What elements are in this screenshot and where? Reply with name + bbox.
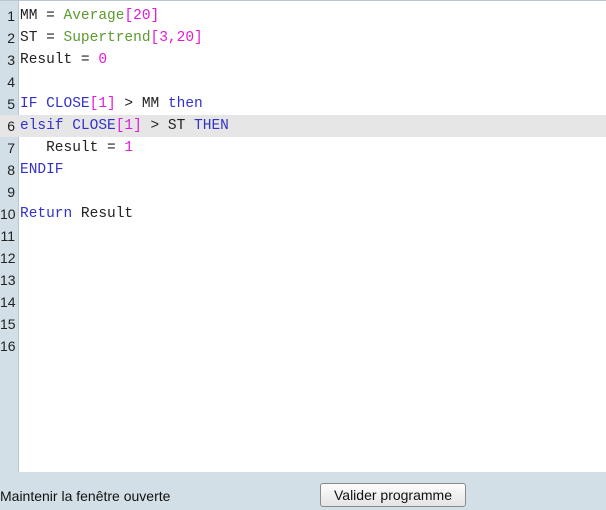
code-text: Result = 1 — [20, 137, 133, 159]
code-lines[interactable]: 1 MM = Average[20] 2 ST = Supertrend[3,20] 3… — [0, 5, 606, 357]
line-number: 1 — [7, 8, 15, 24]
code-token: 0 — [98, 52, 108, 68]
code-line[interactable]: 8 ENDIF — [0, 159, 606, 181]
line-number: 9 — [7, 184, 15, 200]
line-number: 11 — [0, 228, 15, 244]
code-line[interactable]: 1 MM = Average[20] — [0, 5, 606, 27]
line-number: 5 — [7, 96, 15, 112]
code-text: IF CLOSE[1] > MM then — [20, 93, 203, 115]
code-line[interactable]: 2 ST = Supertrend[3,20] — [0, 27, 606, 49]
code-token: ENDIF — [20, 162, 64, 178]
code-line[interactable]: 6 elsif CLOSE[1] > ST THEN — [0, 115, 606, 137]
line-number: 3 — [7, 52, 15, 68]
code-token: Average — [63, 8, 125, 24]
line-number: 2 — [7, 30, 15, 46]
code-token: ST = — [20, 30, 64, 46]
code-text: ENDIF — [20, 159, 64, 181]
bottom-bar: Maintenir la fenêtre ouverte Valider pro… — [0, 472, 606, 510]
validate-program-button[interactable]: Valider programme — [320, 483, 466, 507]
line-number: 12 — [0, 250, 16, 266]
code-token: Result = — [20, 140, 125, 156]
line-number: 7 — [7, 140, 15, 156]
line-number: 4 — [7, 74, 15, 90]
code-token: [20] — [124, 8, 160, 24]
code-token: THEN — [194, 118, 229, 134]
code-token: 1 — [124, 140, 134, 156]
code-token: Return — [20, 206, 73, 222]
code-line[interactable]: 13 — [0, 269, 606, 291]
code-token: Supertrend — [63, 30, 151, 46]
line-number: 6 — [7, 118, 15, 134]
line-number: 8 — [7, 162, 15, 178]
code-text: MM = Average[20] — [20, 5, 159, 27]
code-token: > ST — [141, 118, 195, 134]
code-token: Result — [72, 206, 134, 222]
code-line[interactable]: 16 — [0, 335, 606, 357]
keep-window-open-label[interactable]: Maintenir la fenêtre ouverte — [0, 488, 170, 504]
line-number: 15 — [0, 316, 16, 332]
code-line[interactable]: 15 — [0, 313, 606, 335]
line-number: 16 — [0, 338, 16, 354]
code-line[interactable]: 14 — [0, 291, 606, 313]
code-text: Return Result — [20, 203, 133, 225]
code-line[interactable]: 3 Result = 0 — [0, 49, 606, 71]
code-editor[interactable]: 1 MM = Average[20] 2 ST = Supertrend[3,20] 3… — [0, 0, 606, 472]
code-token: [3,20] — [150, 30, 203, 46]
line-number: 14 — [0, 294, 16, 310]
code-line[interactable]: 9 — [0, 181, 606, 203]
code-token: > MM — [115, 96, 168, 112]
code-token: elsif CLOSE — [20, 118, 116, 134]
code-line[interactable]: 4 — [0, 71, 606, 93]
code-token: [1] — [89, 96, 116, 112]
code-line[interactable]: 10 Return Result — [0, 203, 606, 225]
code-line[interactable]: 7 Result = 1 — [0, 137, 606, 159]
code-line[interactable]: 11 — [0, 225, 606, 247]
code-line[interactable]: 12 — [0, 247, 606, 269]
line-number: 10 — [0, 206, 16, 222]
code-text: ST = Supertrend[3,20] — [20, 27, 203, 49]
code-text: elsif CLOSE[1] > ST THEN — [20, 115, 229, 137]
code-token: IF CLOSE — [20, 96, 90, 112]
code-token: [1] — [115, 118, 142, 134]
code-token: Result = — [20, 52, 99, 68]
code-text: Result = 0 — [20, 49, 107, 71]
line-number: 13 — [0, 272, 16, 288]
code-token: MM = — [20, 8, 64, 24]
code-line[interactable]: 5 IF CLOSE[1] > MM then — [0, 93, 606, 115]
code-token: then — [167, 96, 203, 112]
